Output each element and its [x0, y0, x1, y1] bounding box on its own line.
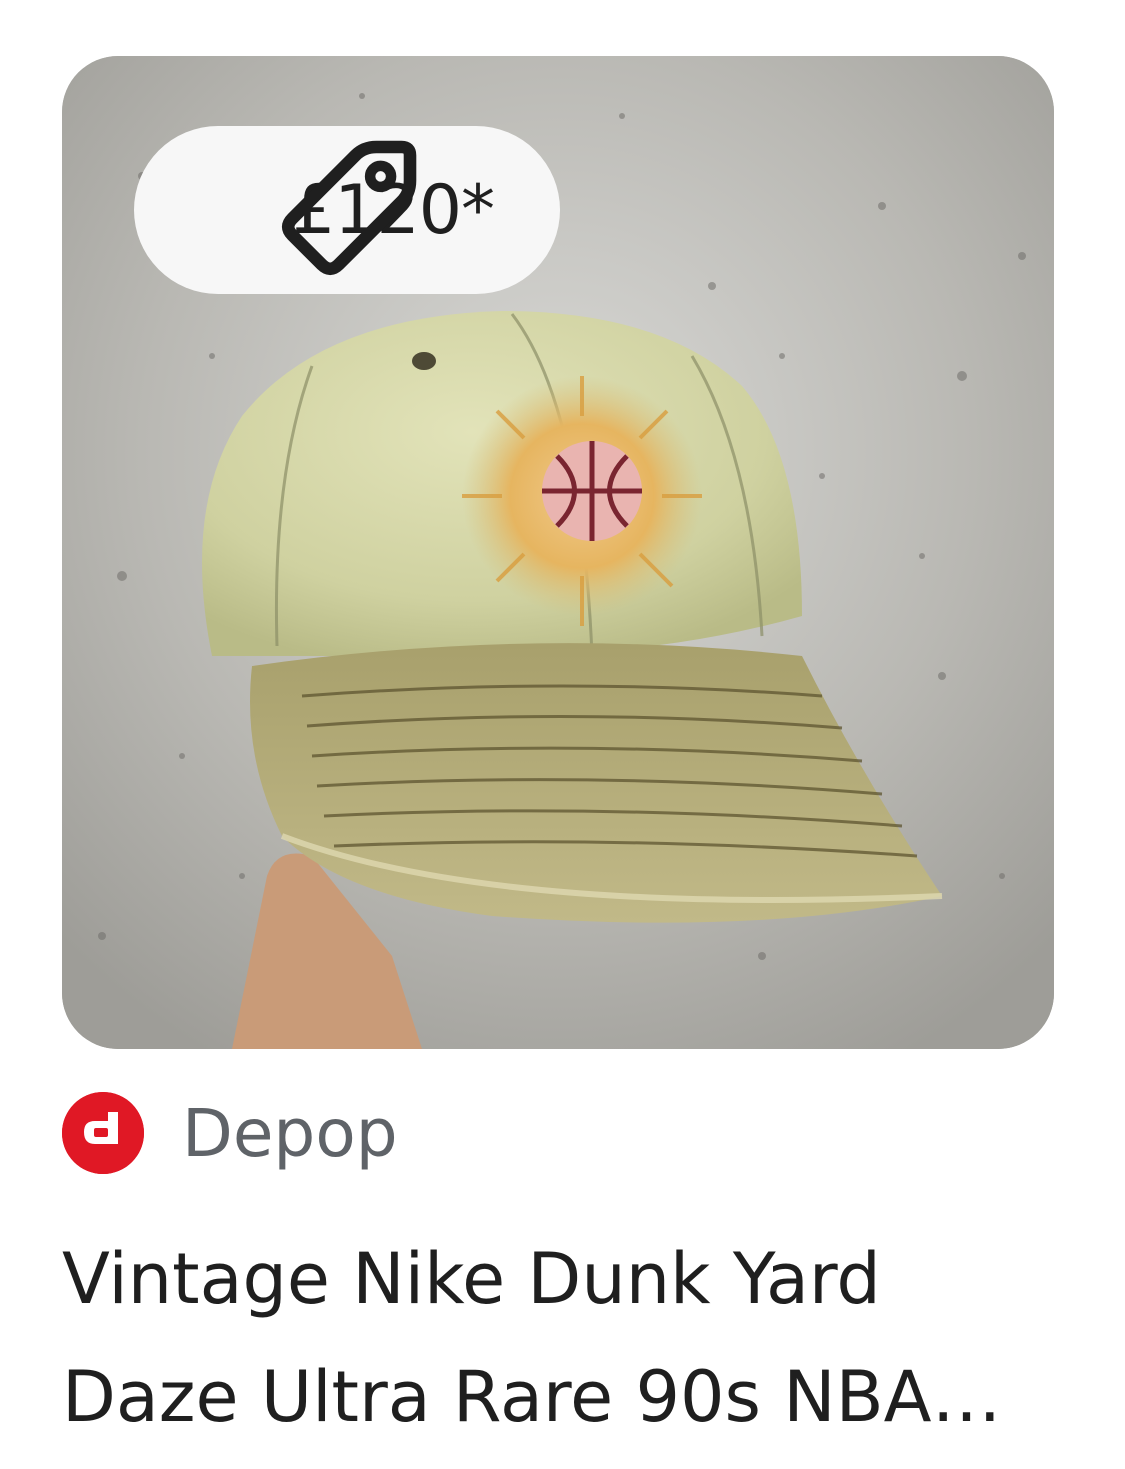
product-title[interactable]: Vintage Nike Dunk Yard Daze Ultra Rare 9… — [62, 1220, 1062, 1456]
price-badge: £120* — [134, 126, 560, 294]
source-row[interactable]: Depop — [62, 1088, 398, 1178]
product-image[interactable]: £120* — [62, 56, 1054, 1049]
source-name: Depop — [182, 1094, 398, 1172]
tag-icon — [188, 140, 417, 276]
depop-logo — [62, 1092, 144, 1174]
product-card[interactable]: £120* Depop Vintage Nike Dunk Yard Daze … — [0, 0, 1125, 1469]
